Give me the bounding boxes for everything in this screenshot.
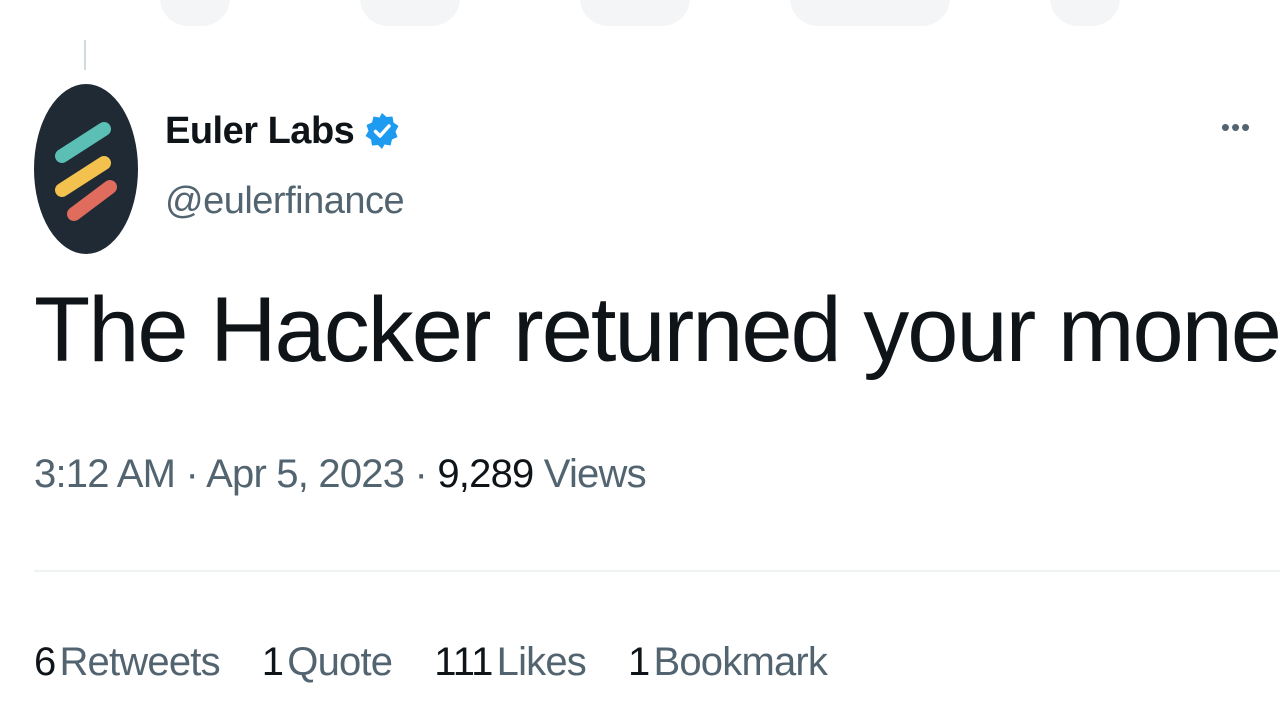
logo-stripe-teal (55, 122, 111, 163)
likes-stat[interactable]: 111 Likes (434, 640, 587, 685)
meta-separator: · (185, 452, 199, 496)
bookmarks-stat[interactable]: 1 Bookmark (628, 640, 828, 685)
author-handle[interactable]: @eulerfinance (165, 180, 405, 223)
bookmarks-label: Bookmark (653, 640, 828, 684)
thread-connector-line (84, 40, 86, 70)
more-options-button[interactable]: ••• (1214, 112, 1258, 142)
tweet-timestamp[interactable]: 3:12 AM · Apr 5, 2023 (34, 452, 405, 496)
tweet-date: Apr 5, 2023 (206, 452, 405, 496)
tweet-meta: 3:12 AM · Apr 5, 2023 · 9,289 Views (34, 452, 647, 497)
tweet-time: 3:12 AM (34, 452, 176, 496)
avatar[interactable] (34, 84, 138, 254)
views-count: 9,289 (437, 452, 534, 496)
author-name[interactable]: Euler Labs (165, 106, 402, 156)
quotes-count: 1 (261, 640, 284, 684)
more-options-icon: ••• (1220, 111, 1252, 142)
top-faded-ui (0, 0, 1280, 30)
tweet-page: Euler Labs @eulerfinance ••• The Hacker … (0, 0, 1280, 720)
retweets-label: Retweets (59, 640, 220, 684)
quotes-label: Quote (287, 640, 393, 684)
euler-logo-icon (55, 122, 117, 221)
tweet-text: The Hacker returned your money... (34, 279, 1280, 381)
logo-stripe-yellow (55, 156, 111, 197)
verified-badge-icon (362, 106, 402, 156)
likes-label: Likes (496, 640, 587, 684)
retweets-count: 6 (34, 640, 56, 684)
views-label: Views (543, 452, 647, 496)
likes-count: 111 (434, 640, 493, 684)
logo-stripe-red (67, 180, 117, 221)
engagement-stats: 6 Retweets 1 Quote 111 Likes 1 Bookmark (34, 640, 869, 685)
quotes-stat[interactable]: 1 Quote (261, 640, 393, 685)
divider (34, 570, 1280, 572)
retweets-stat[interactable]: 6 Retweets (34, 640, 221, 685)
author-name-text: Euler Labs (165, 109, 355, 152)
bookmarks-count: 1 (628, 640, 650, 684)
meta-separator: · (414, 452, 428, 496)
